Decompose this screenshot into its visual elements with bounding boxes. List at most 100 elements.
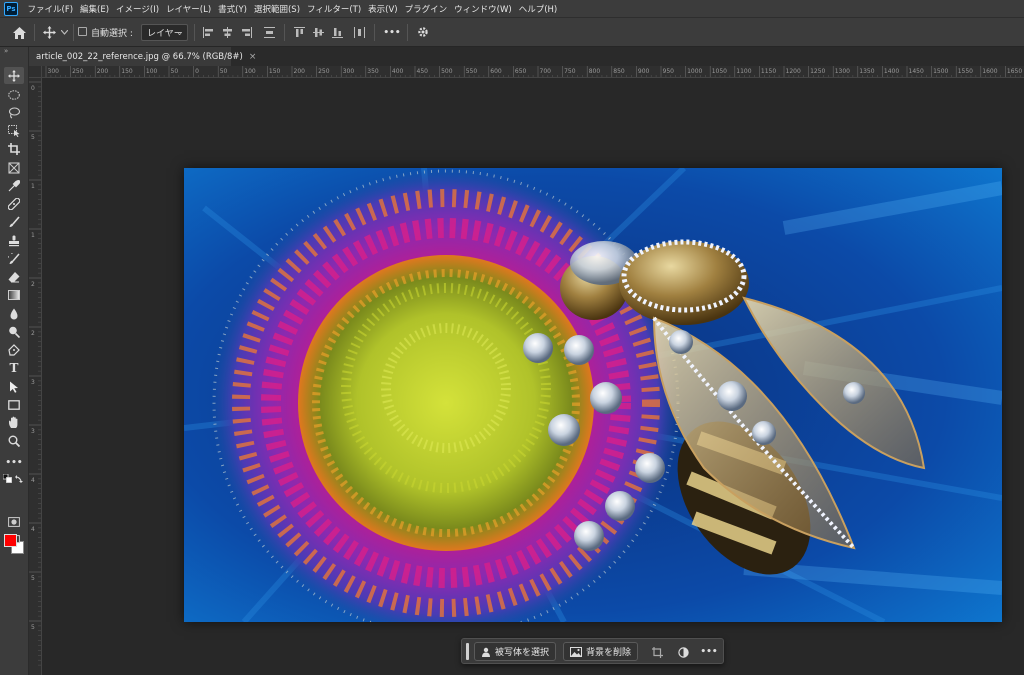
lasso-icon[interactable]	[4, 104, 24, 121]
brush-icon[interactable]	[4, 213, 24, 230]
ruler-label: 300	[48, 68, 60, 75]
home-icon[interactable]	[10, 24, 28, 41]
document-tab-bar: article_002_22_reference.jpg @ 66.7% (RG…	[29, 47, 1024, 66]
person-icon	[482, 647, 490, 657]
ruler-label: 100	[146, 68, 158, 75]
ruler-label: 1250	[810, 68, 825, 75]
document-tab[interactable]: article_002_22_reference.jpg @ 66.7% (RG…	[29, 47, 256, 66]
align-right-icon[interactable]	[239, 25, 254, 40]
move-tool-preset-icon[interactable]	[40, 24, 58, 41]
ruler-label: 1300	[835, 68, 850, 75]
marquee-icon[interactable]	[4, 86, 24, 103]
history-brush-icon[interactable]	[4, 250, 24, 267]
select-subject-label: 被写体を選択	[495, 648, 550, 658]
align-vertical-center-icon[interactable]	[311, 25, 326, 40]
ruler-origin[interactable]	[29, 66, 42, 78]
horizontal-ruler[interactable]: 300 250 200 150 100 50 0 50 100 150 200 250 300 350 40…	[42, 66, 1024, 78]
adjustment-icon[interactable]	[675, 644, 691, 660]
pen-icon[interactable]	[4, 341, 24, 358]
object-select-icon[interactable]	[4, 122, 24, 139]
ruler-label: 5	[31, 624, 35, 631]
align-horizontal-center-icon[interactable]	[220, 25, 235, 40]
menu-help[interactable]: ヘルプ(H)	[515, 3, 561, 15]
ruler-label: 250	[318, 68, 330, 75]
separator	[73, 24, 74, 41]
ruler-label: 5	[31, 134, 35, 141]
menu-view[interactable]: 表示(V)	[365, 3, 401, 15]
swap-colors-icon[interactable]	[14, 473, 25, 483]
menu-bar: Ps ファイル(F) 編集(E) イメージ(I) レイヤー(L) 書式(Y) 選…	[0, 0, 1024, 18]
menu-select[interactable]: 選択範囲(S)	[250, 3, 303, 15]
default-colors-icon[interactable]	[2, 473, 12, 483]
menu-edit[interactable]: 編集(E)	[77, 3, 113, 15]
align-top-icon[interactable]	[292, 25, 307, 40]
crop-icon[interactable]	[4, 140, 24, 157]
ruler-label: 2	[31, 330, 35, 337]
eraser-icon[interactable]	[4, 268, 24, 285]
menu-type[interactable]: 書式(Y)	[215, 3, 251, 15]
menu-image[interactable]: イメージ(I)	[113, 3, 163, 15]
menu-layer[interactable]: レイヤー(L)	[163, 3, 215, 15]
separator	[374, 24, 375, 41]
blur-icon[interactable]	[4, 305, 24, 322]
taskbar-drag-handle[interactable]	[466, 643, 469, 660]
options-bar: 自動選択 : レイヤー ⌄ •••	[0, 18, 1024, 47]
select-subject-button[interactable]: 被写体を選択	[474, 642, 557, 661]
contextual-taskbar: 被写体を選択 背景を削除 •••	[461, 638, 724, 664]
ruler-label: 1600	[982, 68, 997, 75]
menu-file[interactable]: ファイル(F)	[24, 3, 77, 15]
remove-background-button[interactable]: 背景を削除	[563, 642, 639, 661]
zoom-icon[interactable]	[4, 432, 24, 449]
menu-window[interactable]: ウィンドウ(W)	[451, 3, 516, 15]
path-select-icon[interactable]	[4, 378, 24, 395]
ruler-label: 800	[589, 68, 601, 75]
ruler-label: 500	[441, 68, 453, 75]
more-options-button[interactable]: •••	[383, 25, 401, 40]
stamp-icon[interactable]	[4, 232, 24, 249]
foreground-color-swatch[interactable]	[4, 534, 17, 547]
ruler-label: 550	[466, 68, 478, 75]
ruler-label: 1400	[884, 68, 899, 75]
ruler-label: 1100	[736, 68, 751, 75]
ruler-label: 150	[121, 68, 133, 75]
rectangle-icon[interactable]	[4, 396, 24, 413]
menu-filter[interactable]: フィルター(T)	[304, 3, 365, 15]
ruler-label: 200	[294, 68, 306, 75]
quick-mask-icon[interactable]	[4, 513, 24, 530]
ruler-label: 1150	[761, 68, 776, 75]
layer-select-dropdown[interactable]: レイヤー ⌄	[141, 24, 188, 41]
align-bottom-icon[interactable]	[330, 25, 345, 40]
type-icon[interactable]: T	[4, 359, 24, 376]
canvas-area[interactable]	[42, 78, 1024, 675]
ruler-label: 350	[367, 68, 379, 75]
hand-icon[interactable]	[4, 414, 24, 431]
gradient-icon[interactable]	[4, 286, 24, 303]
more-tools-icon[interactable]: •••	[4, 454, 24, 471]
vertical-ruler[interactable]: 0 5 1 1 2 2 3 3 4 4 5 5	[29, 78, 42, 675]
taskbar-more-button[interactable]: •••	[700, 644, 717, 660]
eyedropper-icon[interactable]	[4, 177, 24, 194]
image-icon	[570, 646, 582, 657]
healing-brush-icon[interactable]	[4, 195, 24, 212]
ruler-label: 850	[613, 68, 625, 75]
collapse-panel-icon[interactable]: »	[4, 47, 8, 55]
ruler-label: 0	[195, 68, 199, 75]
frame-icon[interactable]	[4, 159, 24, 176]
dodge-icon[interactable]	[4, 323, 24, 340]
menu-plugins[interactable]: プラグイン	[401, 3, 451, 15]
document-image[interactable]	[184, 168, 1002, 622]
ruler-label: 1500	[933, 68, 948, 75]
align-left-icon[interactable]	[201, 25, 216, 40]
gear-icon[interactable]	[415, 24, 431, 40]
auto-select-checkbox[interactable]	[78, 27, 87, 36]
move-icon[interactable]	[4, 67, 24, 84]
close-icon[interactable]: ×	[249, 52, 257, 62]
chevron-down-icon[interactable]	[59, 27, 69, 37]
ruler-label: 300	[343, 68, 355, 75]
ruler-ticks: 0 5 1 1 2 2 3 3 4 4 5 5	[29, 81, 41, 666]
crop-selection-icon[interactable]	[649, 644, 665, 660]
photoshop-logo: Ps	[4, 1, 18, 16]
distribute-horizontal-icon[interactable]	[352, 25, 367, 40]
distribute-vertical-icon[interactable]	[262, 25, 277, 40]
ruler-label: 100	[244, 68, 256, 75]
